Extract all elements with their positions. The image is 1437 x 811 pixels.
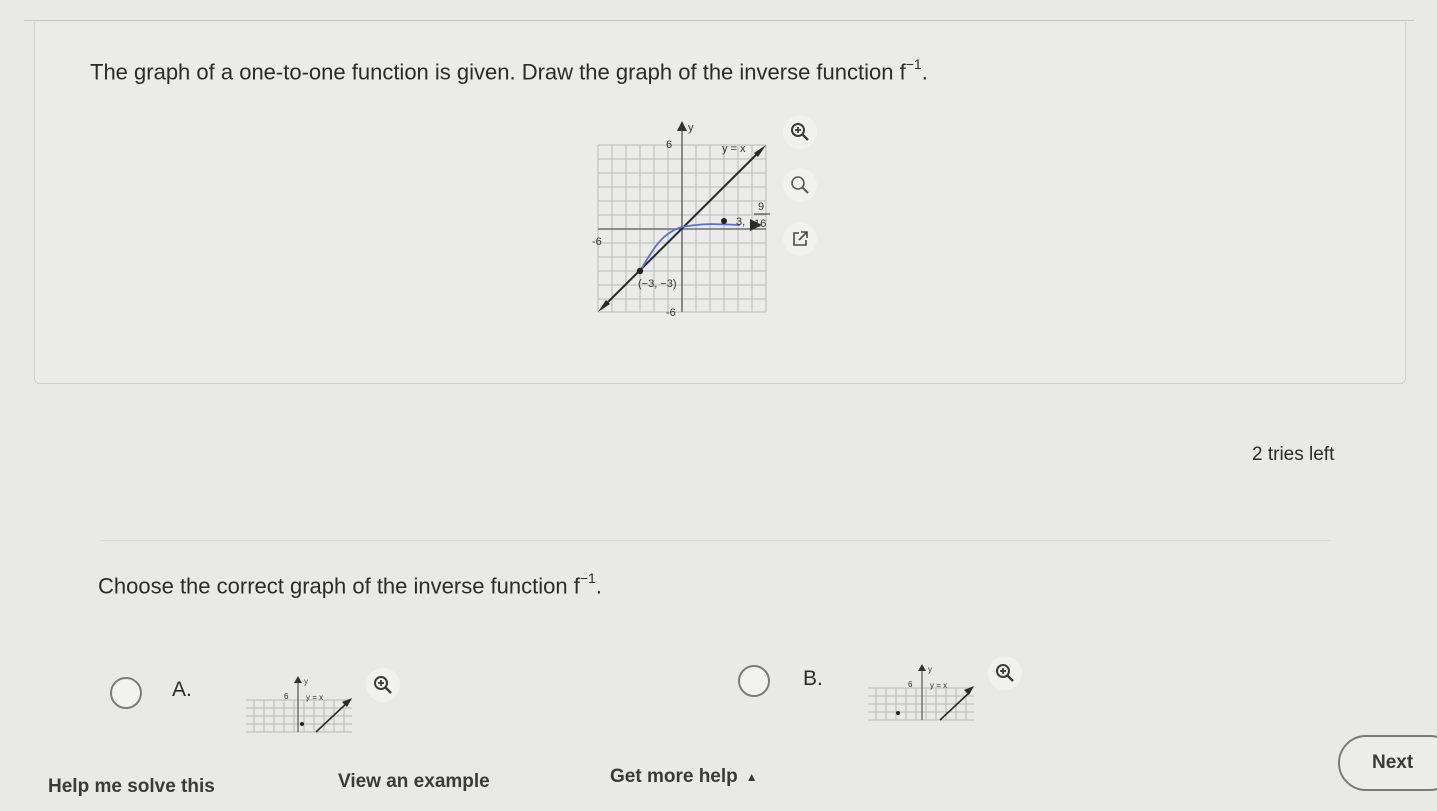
- option-b-tick-label: 6: [908, 680, 913, 689]
- choice-inverse-f: f: [573, 573, 580, 599]
- function-graph: y 6 -6 -6 y = x (−3, −3) 3, 9 16: [590, 115, 790, 325]
- option-a-graph[interactable]: y 6 y = x: [244, 672, 356, 739]
- y-axis-label: y: [688, 122, 694, 134]
- zoom-out-button[interactable]: [783, 168, 817, 202]
- caret-up-icon: ▲: [745, 769, 758, 784]
- option-b-line-label: y = x: [930, 681, 947, 690]
- option-a-tick-label: 6: [284, 692, 289, 701]
- option-b-graph[interactable]: y 6 y = x: [866, 660, 978, 727]
- zoom-in-icon: [996, 664, 1014, 682]
- y-axis-arrow: [677, 121, 687, 131]
- prompt-period: .: [921, 59, 928, 85]
- zoom-in-icon: [374, 676, 392, 694]
- option-a-zoom-button[interactable]: [366, 668, 400, 702]
- point-b-num: 9: [758, 201, 764, 213]
- prompt-text: The graph of a one-to-one function is gi…: [90, 59, 894, 85]
- option-a-axis-label: y: [304, 677, 308, 686]
- tick-label-y-pos: 6: [666, 139, 672, 151]
- option-a-radio[interactable]: [110, 677, 142, 709]
- point-a: [636, 267, 644, 275]
- tick-label-x-neg: -6: [592, 236, 602, 248]
- tries-left: 2 tries left: [1252, 444, 1335, 465]
- tick-label-y-neg: -6: [666, 307, 676, 319]
- get-more-help-link[interactable]: Get more help ▲: [610, 766, 758, 788]
- zoom-in-button[interactable]: [783, 115, 817, 149]
- graph-svg: y 6 -6 -6 y = x (−3, −3) 3, 9 16: [592, 121, 770, 319]
- expand-graph-button[interactable]: [783, 222, 817, 256]
- inverse-f: f: [899, 59, 906, 85]
- get-more-help-label: Get more help: [610, 766, 738, 787]
- option-b-label: B.: [803, 667, 823, 690]
- option-a-label: A.: [172, 678, 192, 701]
- zoom-in-icon: [791, 123, 809, 141]
- section-divider: [100, 540, 1330, 541]
- option-b-radio[interactable]: [738, 665, 770, 697]
- point-a-label: (−3, −3): [638, 278, 677, 290]
- external-link-icon: [793, 231, 808, 246]
- top-rule: [24, 20, 1414, 21]
- choice-prompt-text: Choose the correct graph of the inverse …: [98, 573, 568, 599]
- choice-inverse-sup: −1: [579, 570, 596, 586]
- function-curve: [639, 223, 741, 272]
- choice-prompt-period: .: [595, 573, 602, 599]
- zoom-out-icon: [791, 176, 809, 194]
- next-button[interactable]: Next: [1338, 735, 1437, 791]
- line-label-y-equals-x: y = x: [722, 143, 746, 155]
- point-b-den: 16: [754, 218, 766, 230]
- option-a-graph-svg: y 6 y = x: [246, 676, 352, 733]
- option-a-line-label: y = x: [306, 693, 323, 702]
- inverse-sup: −1: [905, 56, 922, 72]
- option-b-graph-svg: y 6 y = x: [868, 664, 974, 721]
- option-b-zoom-button[interactable]: [988, 656, 1022, 690]
- point-b: [721, 218, 727, 224]
- point-b-label-x: 3,: [736, 216, 745, 228]
- option-b-axis-label: y: [928, 665, 932, 674]
- question-prompt: The graph of a one-to-one function is gi…: [90, 56, 928, 85]
- help-me-solve-link[interactable]: Help me solve this: [48, 776, 215, 798]
- choice-prompt: Choose the correct graph of the inverse …: [98, 570, 602, 599]
- view-example-link[interactable]: View an example: [338, 771, 490, 793]
